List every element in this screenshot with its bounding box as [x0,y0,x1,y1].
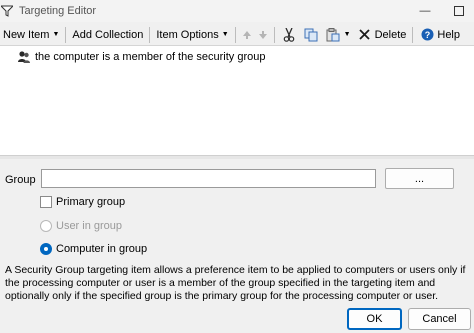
new-item-label: New Item [3,28,50,41]
group-field[interactable] [41,169,376,188]
copy-icon [303,27,319,43]
item-label: the computer is a member of the security… [35,51,266,63]
scissors-icon [281,27,297,43]
paste-icon [325,27,341,43]
svg-text:?: ? [425,30,431,40]
user-in-group-radio[interactable]: User in group [40,220,122,232]
checkbox-box[interactable] [40,196,52,208]
ok-button[interactable]: OK [347,308,402,330]
toolbar-separator [234,26,236,43]
dialog-footer: OK Cancel [0,303,474,333]
primary-group-label: Primary group [56,196,126,208]
arrow-up-icon [242,30,251,39]
title-bar: Targeting Editor — [0,0,474,22]
toolbar: New Item ▼ Add Collection Item Options ▼… [0,24,474,46]
chevron-down-icon: ▼ [343,31,351,38]
description-text: A Security Group targeting item allows a… [5,264,466,302]
minimize-button[interactable]: — [410,0,440,22]
help-button[interactable]: ? Help [416,25,463,45]
toolbar-separator [412,26,414,43]
delete-icon [357,27,373,43]
item-options-button[interactable]: Item Options ▼ [153,25,231,45]
targeting-items-list[interactable]: the computer is a member of the security… [0,46,474,156]
pane-splitter[interactable] [0,156,474,159]
move-up-button[interactable] [239,25,255,45]
move-down-button[interactable] [255,25,271,45]
list-item[interactable]: the computer is a member of the security… [16,49,266,65]
new-item-button[interactable]: New Item ▼ [0,25,62,45]
maximize-button[interactable] [444,0,474,22]
group-label: Group [5,174,36,186]
toolbar-separator [65,26,67,43]
window-title: Targeting Editor [19,5,97,17]
browse-button[interactable]: ... [385,168,454,189]
paste-button[interactable]: ▼ [322,25,354,45]
radio-button[interactable] [40,220,52,232]
security-group-icon [16,49,32,65]
help-icon: ? [419,27,435,43]
toolbar-separator [273,26,275,43]
add-collection-button[interactable]: Add Collection [69,25,146,45]
user-in-group-label: User in group [56,220,123,232]
toolbar-separator [149,26,151,43]
cut-button[interactable] [278,25,300,45]
radio-button-selected[interactable] [40,243,52,255]
computer-in-group-radio[interactable]: Computer in group [40,243,147,255]
arrow-down-icon [258,30,267,39]
cancel-button[interactable]: Cancel [408,308,471,330]
chevron-down-icon: ▼ [52,31,60,38]
chevron-down-icon: ▼ [221,31,229,38]
computer-in-group-label: Computer in group [56,243,148,255]
help-label: Help [437,28,460,41]
item-options-label: Item Options [156,28,219,41]
delete-label: Delete [374,28,407,41]
properties-panel: Group ... Primary group User in group Co… [0,160,474,308]
delete-button[interactable]: Delete [354,25,410,45]
primary-group-checkbox[interactable]: Primary group [40,196,125,208]
copy-button[interactable] [300,25,322,45]
maximize-icon [454,6,464,16]
filter-icon [0,4,14,18]
